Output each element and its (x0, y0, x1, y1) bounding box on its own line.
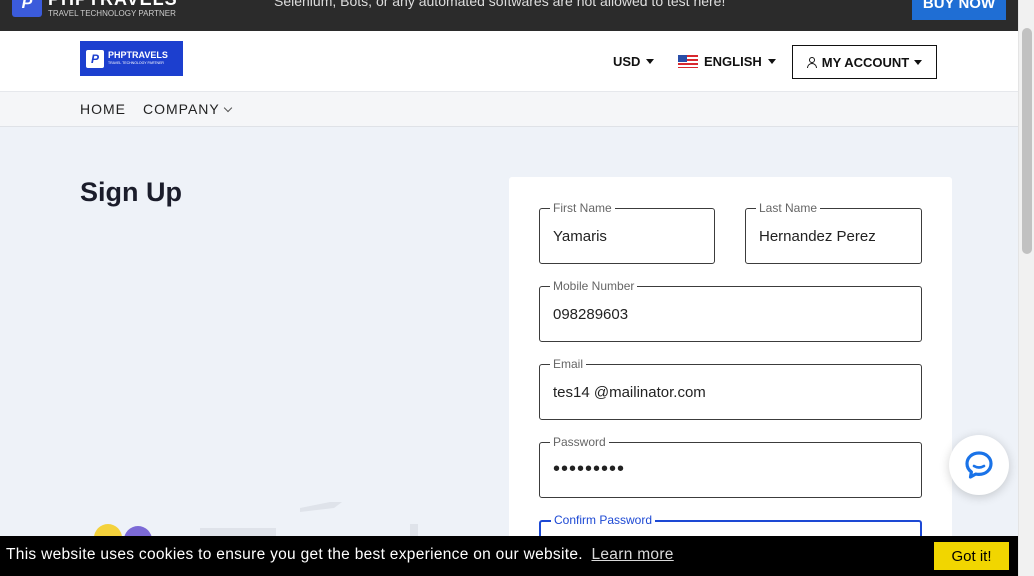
promo-logo[interactable]: P PHPTRAVELS TRAVEL TECHNOLOGY PARTNER (12, 0, 178, 18)
site-header: P PHPTRAVELS TRAVEL TECHNOLOGY PARTNER U… (0, 31, 1018, 91)
password-field[interactable]: Password ••••••••• (539, 434, 922, 498)
buy-now-button[interactable]: BUY NOW (912, 0, 1006, 20)
illustration-circle-icon (124, 526, 152, 536)
page-scrollbar[interactable] (1018, 0, 1034, 576)
my-account-button[interactable]: MY ACCOUNT (792, 45, 937, 79)
signup-form-card: First Name Yamaris Last Name Hernandez P… (509, 177, 952, 576)
email-value: tes14 @mailinator.com (553, 384, 706, 401)
chevron-down-icon (223, 103, 232, 112)
brand-mark-icon: P (12, 0, 42, 17)
cookie-banner: This website uses cookies to ensure you … (0, 536, 1018, 576)
last-name-value: Hernandez Perez (759, 228, 876, 245)
my-account-label: MY ACCOUNT (821, 54, 910, 70)
live-chat-button[interactable] (949, 435, 1009, 495)
mobile-number-value: 098289603 (553, 306, 629, 323)
promo-brand: PHPTRAVELS (48, 0, 178, 8)
last-name-field[interactable]: Last Name Hernandez Perez (745, 200, 922, 264)
logo-tagline: TRAVEL TECHNOLOGY PARTNER (108, 61, 164, 66)
travel-illustration (94, 502, 418, 536)
illustration-building-icon (200, 528, 276, 536)
first-name-value: Yamaris (553, 228, 607, 245)
promo-bar: P PHPTRAVELS TRAVEL TECHNOLOGY PARTNER S… (0, 0, 1018, 31)
nav-item-label: HOME (80, 101, 126, 117)
email-field[interactable]: Email tes14 @mailinator.com (539, 356, 922, 420)
scrollbar-thumb[interactable] (1022, 28, 1032, 254)
promo-brand-tagline: TRAVEL TECHNOLOGY PARTNER (48, 9, 176, 18)
main-nav: HOME COMPANY (0, 91, 1018, 127)
currency-label: USD (613, 54, 641, 69)
logo-title: PHPTRAVELS (108, 50, 168, 61)
nav-item-home[interactable]: HOME (80, 101, 126, 117)
mobile-number-field[interactable]: Mobile Number 098289603 (539, 278, 922, 342)
cookie-message-wrap: This website uses cookies to ensure you … (6, 546, 674, 564)
caret-down-icon (767, 59, 776, 64)
first-name-field[interactable]: First Name Yamaris (539, 200, 715, 264)
nav-item-label: COMPANY (143, 101, 220, 117)
logo-mark-icon: P (86, 49, 104, 68)
caret-down-icon (646, 59, 655, 64)
got-it-button[interactable]: Got it! (934, 542, 1009, 570)
page-title: Sign Up (80, 177, 182, 207)
password-value: ••••••••• (553, 458, 626, 480)
nav-item-company[interactable]: COMPANY (143, 101, 232, 117)
us-flag-icon (678, 55, 698, 68)
password-label: Password (550, 434, 609, 450)
user-icon (806, 56, 817, 68)
airplane-icon (300, 502, 342, 512)
illustration-sun-icon (94, 524, 122, 536)
chat-icon (965, 451, 993, 479)
promo-message: Selenium, Bots, or any automated softwar… (274, 0, 726, 9)
mobile-number-label: Mobile Number (550, 278, 638, 294)
confirm-password-label: Confirm Password (551, 512, 656, 528)
learn-more-link[interactable]: Learn more (591, 546, 673, 563)
email-label: Email (550, 356, 587, 372)
first-name-label: First Name (550, 200, 615, 216)
cookie-message: This website uses cookies to ensure you … (6, 546, 583, 563)
illustration-tower-icon (410, 524, 418, 536)
language-label: ENGLISH (704, 54, 762, 69)
currency-dropdown[interactable]: USD (613, 54, 655, 69)
caret-down-icon (914, 59, 923, 65)
last-name-label: Last Name (756, 200, 821, 216)
language-dropdown[interactable]: ENGLISH (678, 54, 776, 69)
site-logo[interactable]: P PHPTRAVELS TRAVEL TECHNOLOGY PARTNER (80, 41, 183, 76)
